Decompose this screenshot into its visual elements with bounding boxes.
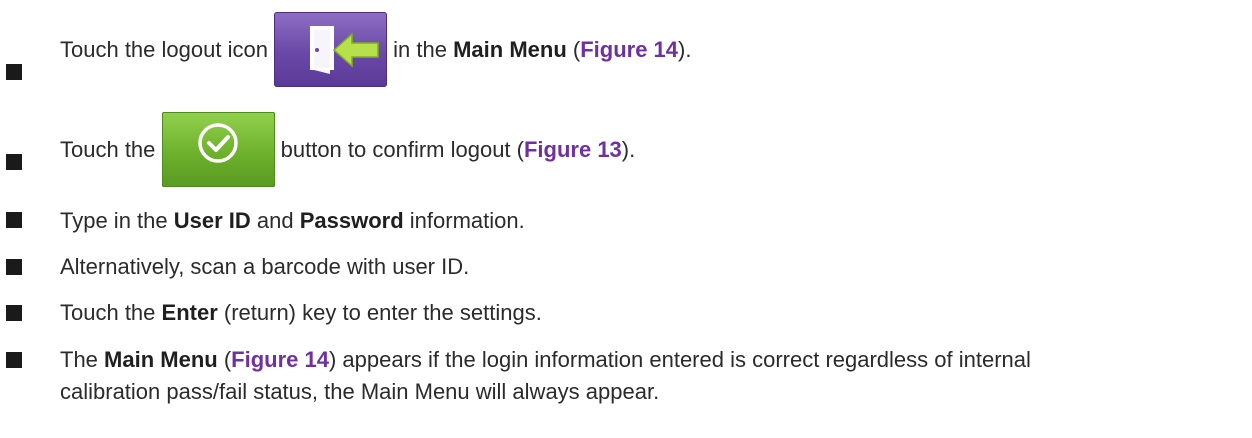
bullet <box>6 352 22 368</box>
step-text: Type in the User ID and Password informa… <box>60 207 525 235</box>
figure-reference[interactable]: Figure 13 <box>524 137 622 162</box>
bullet <box>6 212 22 228</box>
figure-reference[interactable]: Figure 14 <box>580 37 678 62</box>
step-text: Alternatively, scan a barcode with user … <box>60 254 470 279</box>
step-text-part: ). <box>621 137 636 162</box>
step-text-part: The <box>60 347 105 372</box>
step-text: Touch the Enter (return) key to enter th… <box>60 299 542 327</box>
step-text: Touch the logout icon in the Main Menu (… <box>60 12 691 87</box>
confirm-check-button <box>161 112 275 187</box>
step-text-part: button to confirm logout ( <box>274 137 524 162</box>
step-text-continued: calibration pass/fail status, the Main M… <box>60 379 660 404</box>
step-text-part: and <box>250 208 300 233</box>
step-text-part: (return) key to enter the settings. <box>217 300 542 325</box>
step-text-part: Touch the <box>60 137 162 162</box>
bullet <box>6 64 22 80</box>
main-menu-label: Main Menu <box>104 347 218 372</box>
step-text-part: ( <box>217 347 232 372</box>
step-text-part: in the <box>387 37 454 62</box>
step-text-part: ( <box>566 37 581 62</box>
step-text: The Main Menu (Figure 14) appears if the… <box>60 346 1031 374</box>
bullet <box>6 154 22 170</box>
step-text-part: ) appears if the login information enter… <box>328 347 1031 372</box>
password-label: Password <box>299 208 404 233</box>
user-id-label: User ID <box>173 208 251 233</box>
enter-key-label: Enter <box>161 300 218 325</box>
main-menu-label: Main Menu <box>453 37 567 62</box>
step-text-part: Touch the <box>60 300 162 325</box>
step-text-part: information. <box>403 208 525 233</box>
step-text-part: Touch the logout icon <box>60 37 275 62</box>
logout-icon <box>274 12 388 87</box>
step-text-part: ). <box>678 37 692 62</box>
step-text: Touch the button to confirm logout (Figu… <box>60 112 635 187</box>
bullet <box>6 259 22 275</box>
bullet <box>6 305 22 321</box>
figure-reference[interactable]: Figure 14 <box>231 347 329 372</box>
step-text-part: Type in the <box>60 208 174 233</box>
